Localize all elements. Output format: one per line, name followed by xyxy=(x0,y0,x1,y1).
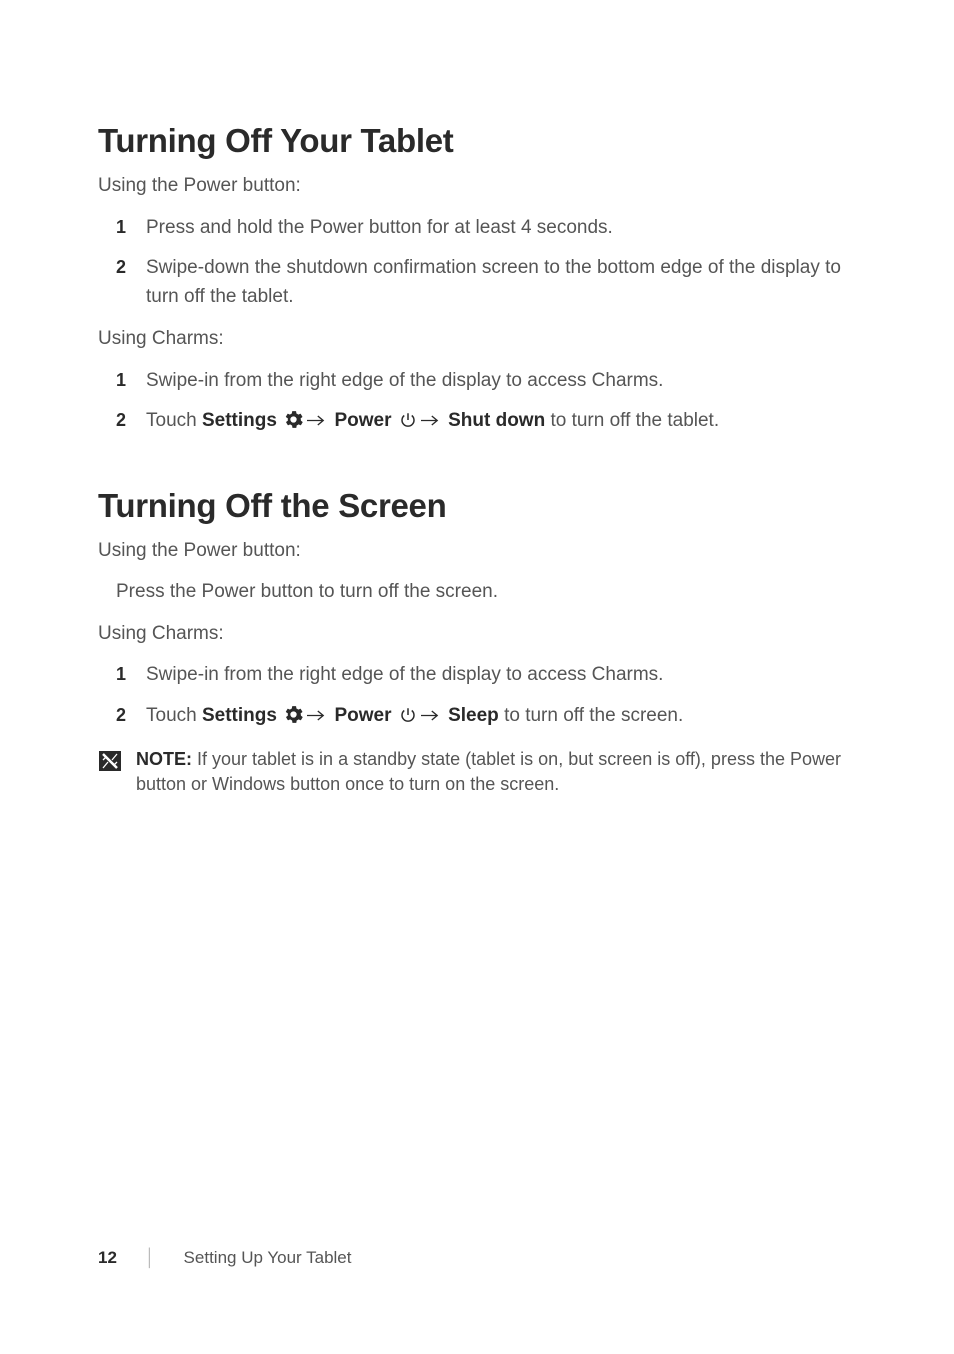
label-shut-down: Shut down xyxy=(448,410,545,431)
text-press-power: Press the Power button to turn off the s… xyxy=(116,578,856,606)
list-item: Press and hold the Power button for at l… xyxy=(116,214,856,243)
list-item: Touch Settings Power Sleep to turn off t… xyxy=(116,702,856,734)
gear-icon xyxy=(284,410,303,439)
footer-divider: │ xyxy=(145,1248,156,1268)
text-fragment: to turn off the tablet. xyxy=(545,410,719,431)
intro-charms-2: Using Charms: xyxy=(98,620,856,648)
text-fragment: to turn off the screen. xyxy=(499,705,683,726)
power-icon xyxy=(399,410,417,439)
note-label: NOTE: xyxy=(136,749,192,769)
list-item: Touch Settings Power Shut down to turn o… xyxy=(116,407,856,439)
heading-turn-off-screen: Turning Off the Screen xyxy=(98,487,856,525)
label-sleep: Sleep xyxy=(448,705,499,726)
list-charms-2: Swipe-in from the right edge of the disp… xyxy=(116,661,856,733)
list-item: Swipe-in from the right edge of the disp… xyxy=(116,661,856,690)
note-icon xyxy=(98,750,122,777)
list-item: Swipe-down the shutdown confirmation scr… xyxy=(116,254,856,311)
label-settings: Settings xyxy=(202,410,277,431)
arrow-right-icon xyxy=(421,702,439,731)
power-icon xyxy=(399,705,417,734)
intro-charms-1: Using Charms: xyxy=(98,325,856,353)
heading-turn-off-tablet: Turning Off Your Tablet xyxy=(98,122,856,160)
list-item: Swipe-in from the right edge of the disp… xyxy=(116,367,856,396)
arrow-right-icon xyxy=(307,407,325,436)
label-settings: Settings xyxy=(202,705,277,726)
note-block: NOTE: If your tablet is in a standby sta… xyxy=(98,747,856,797)
intro-power-button-1: Using the Power button: xyxy=(98,172,856,200)
text-fragment: Touch xyxy=(146,705,202,726)
gear-icon xyxy=(284,705,303,734)
label-power: Power xyxy=(335,410,392,431)
page-number: 12 xyxy=(98,1248,117,1268)
arrow-right-icon xyxy=(421,407,439,436)
intro-power-button-2: Using the Power button: xyxy=(98,537,856,565)
note-text: NOTE: If your tablet is in a standby sta… xyxy=(136,747,856,797)
text-fragment: Touch xyxy=(146,410,202,431)
label-power: Power xyxy=(335,705,392,726)
list-power-button-1: Press and hold the Power button for at l… xyxy=(116,214,856,312)
page-footer: 12 │ Setting Up Your Tablet xyxy=(98,1248,351,1268)
list-charms-1: Swipe-in from the right edge of the disp… xyxy=(116,367,856,439)
arrow-right-icon xyxy=(307,702,325,731)
note-body: If your tablet is in a standby state (ta… xyxy=(136,749,841,794)
chapter-title: Setting Up Your Tablet xyxy=(184,1248,352,1268)
